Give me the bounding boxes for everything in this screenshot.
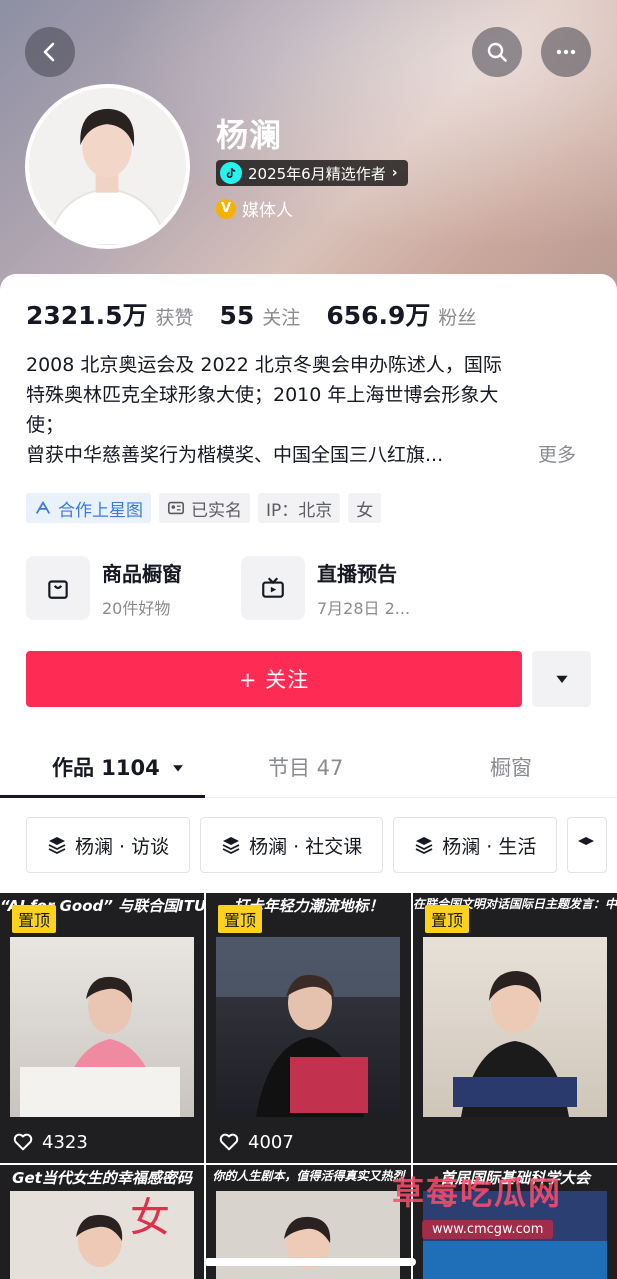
stat-value: 2321.5万 xyxy=(26,301,148,330)
service-subtitle: 20件好物 xyxy=(102,598,171,618)
star-map-tag[interactable]: 合作上星图 xyxy=(26,493,151,523)
follow-button[interactable]: + 关注 xyxy=(26,651,522,707)
followers-stat[interactable]: 656.9万 粉丝 xyxy=(326,296,476,332)
back-button[interactable] xyxy=(25,27,75,77)
layers-icon xyxy=(48,837,66,855)
bag-icon xyxy=(26,556,90,620)
chevron-left-icon xyxy=(43,42,55,62)
watermark-title: 草莓吃瓜网 xyxy=(392,1174,563,1212)
video-cover xyxy=(10,937,194,1117)
identity-badge: V 媒体人 xyxy=(216,196,293,221)
pinned-badge: 置顶 xyxy=(425,905,470,933)
bio-line: 特殊奥林匹克全球形象大使；2010 年上海世博会形象大 xyxy=(26,384,499,406)
chip-label: 杨澜 · 生活 xyxy=(442,835,537,858)
video-cover xyxy=(423,937,607,1117)
gender-tag: 女 xyxy=(348,493,382,523)
tag-label: 女 xyxy=(356,500,374,521)
video-thumbnail[interactable]: “AI for Good” 与联合国ITU峰会致辞 置顶 4323 xyxy=(0,893,204,1163)
tab-works[interactable]: 作品 1104 xyxy=(52,752,185,782)
tab-shop[interactable]: 橱窗 xyxy=(490,752,532,782)
layers-icon xyxy=(222,837,240,855)
video-cover xyxy=(216,937,400,1117)
identity-label: 媒体人 xyxy=(242,201,293,221)
heart-icon xyxy=(13,1133,33,1151)
chip-label: 杨澜 · 社交课 xyxy=(249,835,363,858)
verified-icon: V xyxy=(216,198,236,219)
content-tabs: 作品 1104 节目 47 橱窗 xyxy=(0,740,617,798)
collection-chip[interactable]: 杨澜 · 生活 xyxy=(393,817,558,873)
shop-window-entry[interactable]: 商品橱窗 20件好物 xyxy=(26,556,182,620)
chip-label: 杨澜 · 访谈 xyxy=(75,835,170,858)
like-count-value: 4323 xyxy=(42,1131,88,1153)
ip-location-tag: IP：北京 xyxy=(258,493,341,523)
video-caption: 你的人生剧本，值得活得真实又热烈 xyxy=(212,1169,405,1183)
layers-icon xyxy=(578,837,595,845)
following-stat[interactable]: 55 关注 xyxy=(220,301,301,330)
search-icon xyxy=(487,42,507,62)
tag-label: 已实名 xyxy=(191,500,242,521)
service-title: 商品橱窗 xyxy=(102,561,182,586)
bio-line: 2008 北京奥运会及 2022 北京冬奥会申办陈述人，国际 xyxy=(26,354,502,376)
caret-down-icon xyxy=(555,675,568,683)
collection-chip[interactable]: 杨澜 · 访谈 xyxy=(26,817,191,873)
like-count: 4323 xyxy=(12,1131,88,1153)
home-indicator[interactable] xyxy=(204,1258,416,1266)
collection-chip[interactable] xyxy=(567,817,608,873)
creator-badge[interactable]: 2025年6月精选作者 › xyxy=(216,160,408,186)
chevron-right-icon: › xyxy=(391,165,398,181)
heart-icon xyxy=(219,1133,239,1151)
id-card-icon xyxy=(167,501,185,515)
tab-indicator xyxy=(0,795,205,798)
bio-more-link[interactable]: 更多 xyxy=(531,440,576,470)
stat-value: 55 xyxy=(219,301,255,330)
stat-label: 粉丝 xyxy=(438,307,477,329)
creator-badge-label: 2025年6月精选作者 xyxy=(248,164,386,183)
real-name-tag: 已实名 xyxy=(159,493,250,523)
watermark: 草莓吃瓜网 www.cmcgw.com xyxy=(392,1168,562,1239)
tag-label: 合作上星图 xyxy=(58,500,143,521)
bio-line: 使； xyxy=(26,414,65,436)
tag-label: IP：北京 xyxy=(266,500,333,521)
tab-label: 作品 1104 xyxy=(52,756,160,780)
tv-icon xyxy=(241,556,305,620)
pinned-badge: 置顶 xyxy=(12,905,57,933)
ellipsis-icon xyxy=(556,49,576,55)
search-button[interactable] xyxy=(472,27,522,77)
tab-programs[interactable]: 节目 47 xyxy=(268,752,343,782)
video-thumbnail[interactable]: 在联合国文明对话国际日主题发言：中华造物智慧 置顶 xyxy=(413,893,617,1163)
collection-chip[interactable]: 杨澜 · 社交课 xyxy=(200,817,384,873)
bio: 2008 北京奥运会及 2022 北京冬奥会申办陈述人，国际 特殊奥林匹克全球形… xyxy=(26,350,586,470)
video-caption: Get当代女生的幸福感密码 xyxy=(12,1169,192,1187)
star-map-icon xyxy=(35,500,51,514)
stat-label: 关注 xyxy=(262,307,301,329)
pinned-badge: 置顶 xyxy=(218,905,263,933)
video-thumbnail[interactable]: 打卡年轻力潮流地标！ 置顶 4007 xyxy=(206,893,411,1163)
live-preview-entry[interactable]: 直播预告 7月28日 2... xyxy=(241,556,410,620)
collection-chips: 杨澜 · 访谈 杨澜 · 社交课 杨澜 · 生活 xyxy=(26,817,608,873)
video-thumbnail[interactable]: Get当代女生的幸福感密码 女 xyxy=(0,1165,204,1279)
avatar[interactable] xyxy=(25,84,190,249)
profile-name: 杨澜 xyxy=(216,116,283,154)
caret-down-icon xyxy=(173,765,183,772)
profile-tags: 合作上星图 已实名 IP：北京 女 xyxy=(26,493,382,523)
follow-dropdown-button[interactable] xyxy=(532,651,591,707)
more-options-button[interactable] xyxy=(541,27,591,77)
layers-icon xyxy=(415,837,433,855)
stat-label: 获赞 xyxy=(155,307,194,329)
like-count: 4007 xyxy=(218,1131,294,1153)
service-subtitle: 7月28日 2... xyxy=(317,598,411,618)
like-count-value: 4007 xyxy=(248,1131,294,1153)
stats-row: 2321.5万 获赞 55 关注 656.9万 粉丝 xyxy=(26,296,502,332)
likes-stat: 2321.5万 获赞 xyxy=(26,296,194,332)
watermark-url: www.cmcgw.com xyxy=(422,1220,554,1239)
bio-line: 曾获中华慈善奖行为楷模奖、中国全国三八红旗... xyxy=(26,444,444,466)
service-title: 直播预告 xyxy=(317,561,397,586)
stat-value: 656.9万 xyxy=(326,301,431,330)
svg-text:女: 女 xyxy=(130,1195,170,1241)
tiktok-logo-icon xyxy=(220,162,242,184)
